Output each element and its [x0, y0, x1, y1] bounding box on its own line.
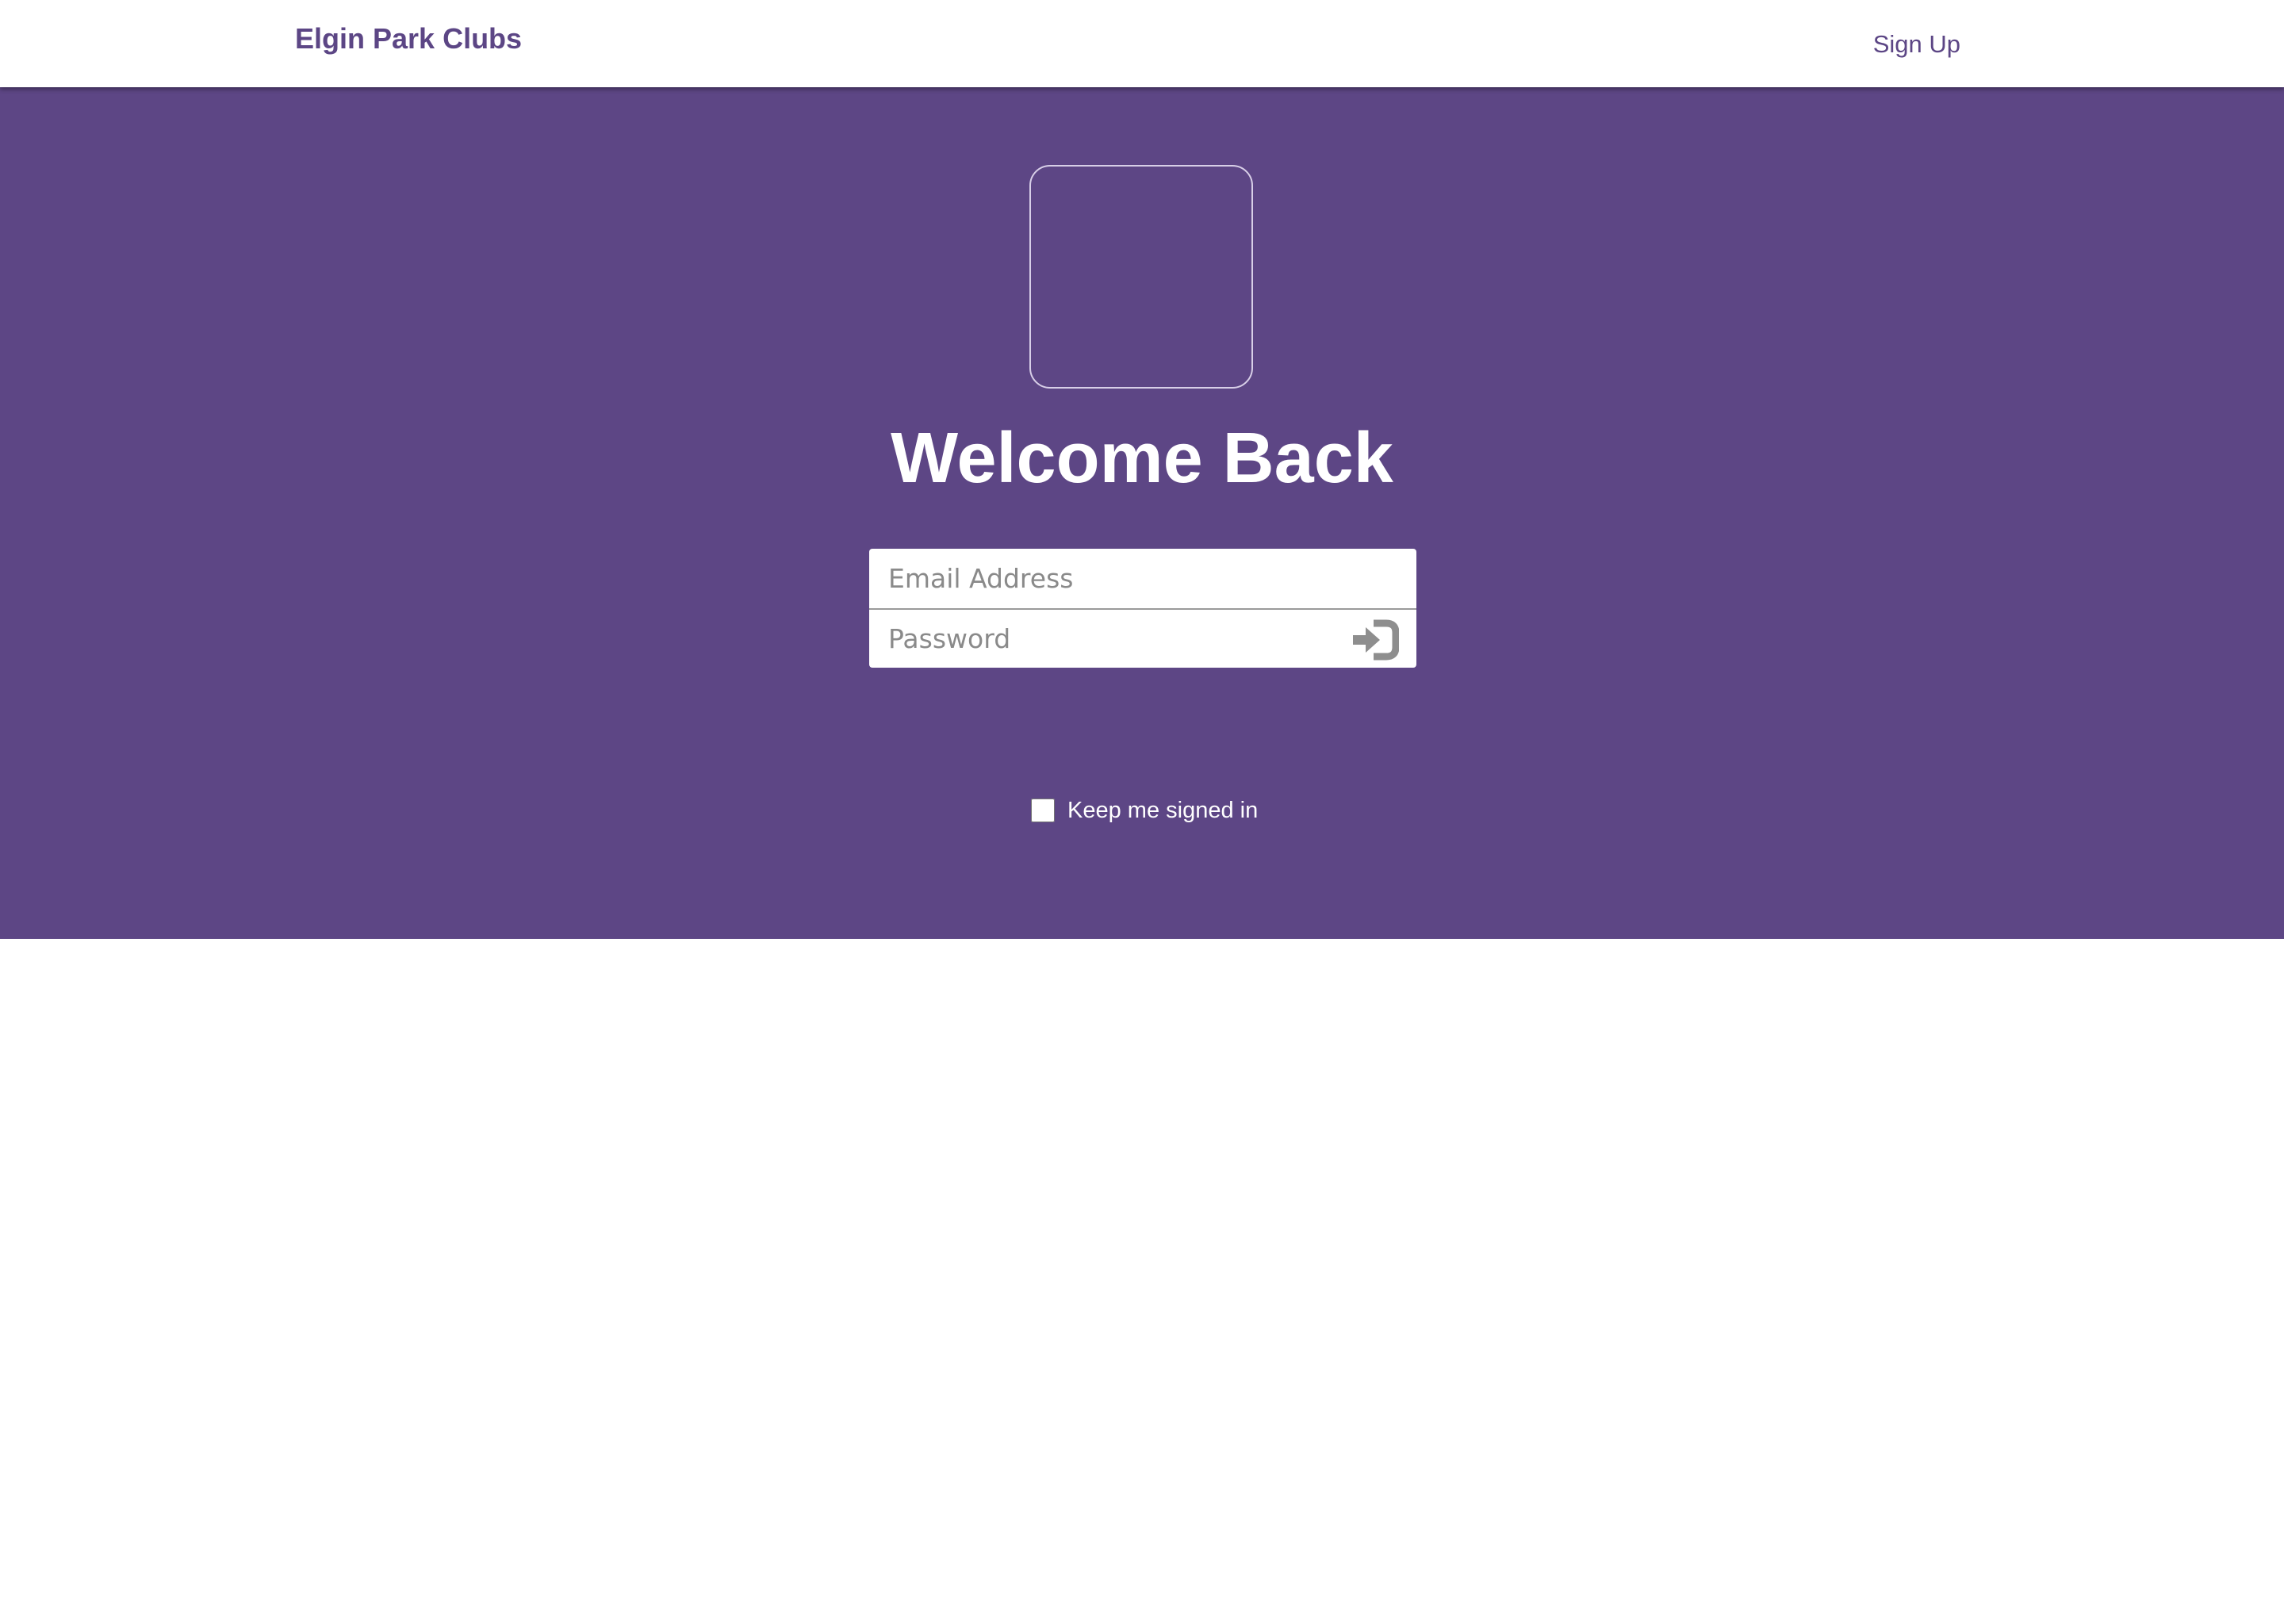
top-navbar: Elgin Park Clubs Sign Up — [0, 0, 2284, 87]
keep-signed-in-checkbox[interactable] — [1031, 799, 1055, 822]
keep-signed-in[interactable]: Keep me signed in — [1031, 796, 1258, 825]
sign-up-link[interactable]: Sign Up — [1873, 30, 1960, 59]
password-field[interactable] — [869, 609, 1416, 668]
login-hero: Welcome Back Keep me signed in — [0, 87, 2284, 939]
sign-in-button[interactable] — [1351, 619, 1400, 661]
login-form — [869, 549, 1416, 668]
keep-signed-in-label: Keep me signed in — [1067, 797, 1259, 823]
sign-in-icon — [1353, 619, 1400, 661]
club-logo-placeholder — [1029, 165, 1253, 389]
brand-logo-link[interactable]: Elgin Park Clubs — [295, 22, 522, 56]
email-field[interactable] — [869, 549, 1416, 607]
page-title: Welcome Back — [891, 419, 1393, 498]
